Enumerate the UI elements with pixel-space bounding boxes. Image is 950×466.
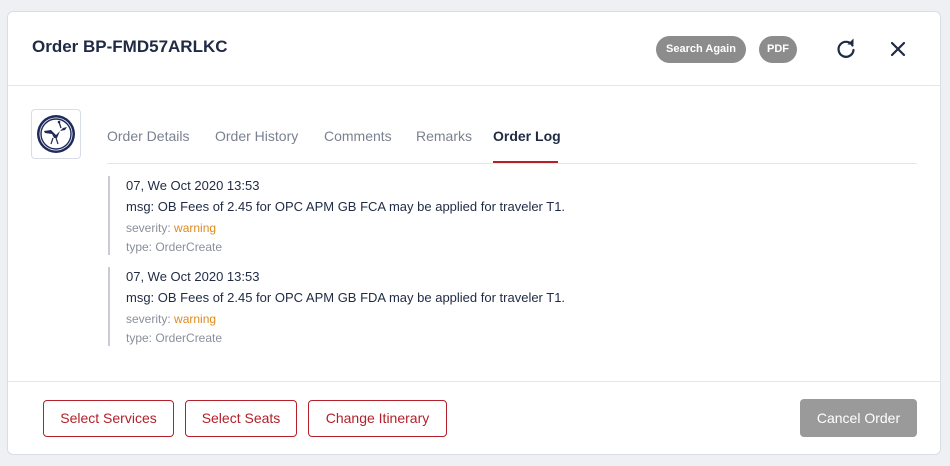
pdf-button[interactable]: PDF: [759, 36, 797, 63]
tab-order-log[interactable]: Order Log: [493, 128, 561, 144]
log-severity: severity: warning: [126, 312, 216, 326]
modal-header: Order BP-FMD57ARLKC Search Again PDF: [8, 12, 940, 86]
change-itinerary-button[interactable]: Change Itinerary: [308, 400, 447, 437]
active-tab-indicator: [493, 161, 558, 163]
close-icon[interactable]: [885, 36, 911, 62]
log-date: 07, We Oct 2020 13:53: [126, 178, 260, 193]
log-entry: 07, We Oct 2020 13:53 msg: OB Fees of 2.…: [108, 267, 708, 346]
refresh-icon[interactable]: [833, 36, 859, 62]
tab-comments[interactable]: Comments: [324, 128, 392, 144]
order-tabs: Order Details Order History Comments Rem…: [107, 124, 917, 164]
modal-footer: Select Services Select Seats Change Itin…: [8, 381, 940, 456]
severity-label: severity:: [126, 221, 171, 235]
page-title: Order BP-FMD57ARLKC: [32, 37, 228, 56]
log-type: type: OrderCreate: [126, 240, 223, 254]
log-message: msg: OB Fees of 2.45 for OPC APM GB FDA …: [126, 290, 566, 305]
cancel-order-button[interactable]: Cancel Order: [800, 399, 917, 437]
tab-remarks[interactable]: Remarks: [416, 128, 472, 144]
log-entry: 07, We Oct 2020 13:53 msg: OB Fees of 2.…: [108, 176, 708, 255]
airline-logo: [31, 109, 81, 159]
severity-value: warning: [174, 312, 217, 326]
tab-order-details[interactable]: Order Details: [107, 128, 189, 144]
log-severity: severity: warning: [126, 221, 216, 235]
order-modal: Order BP-FMD57ARLKC Search Again PDF Ord: [7, 11, 941, 455]
log-message: msg: OB Fees of 2.45 for OPC APM GB FCA …: [126, 199, 566, 214]
select-services-button[interactable]: Select Services: [43, 400, 174, 437]
search-again-button[interactable]: Search Again: [656, 36, 746, 63]
severity-value: warning: [174, 221, 217, 235]
log-type: type: OrderCreate: [126, 331, 223, 345]
log-date: 07, We Oct 2020 13:53: [126, 269, 260, 284]
lufthansa-crane-logo: [37, 115, 75, 153]
select-seats-button[interactable]: Select Seats: [185, 400, 297, 437]
severity-label: severity:: [126, 312, 171, 326]
tab-order-history[interactable]: Order History: [215, 128, 298, 144]
